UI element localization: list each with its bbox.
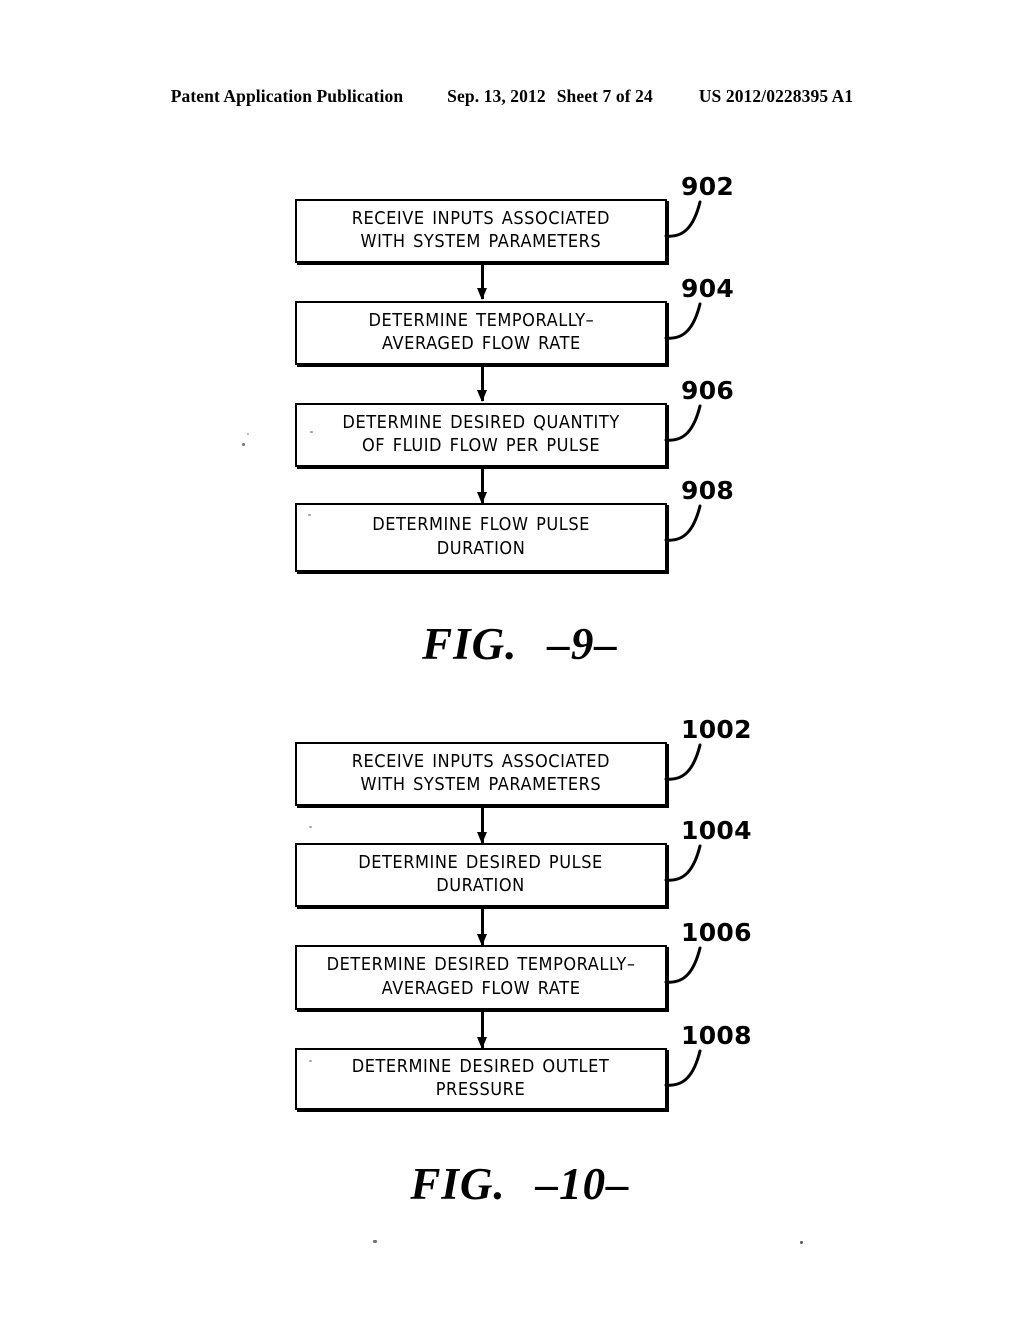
leader-line-1004	[664, 840, 726, 896]
scan-speck	[373, 1240, 377, 1243]
figure-10-caption-number: –10–	[535, 1159, 630, 1209]
figure-10-caption-word: FIG.	[410, 1159, 506, 1209]
scan-speck	[800, 1241, 803, 1244]
scan-speck	[309, 826, 312, 828]
flow-step-1004: DETERMINE DESIRED PULSE DURATION	[295, 843, 667, 907]
flow-step-1002: RECEIVE INPUTS ASSOCIATED WITH SYSTEM PA…	[295, 742, 667, 806]
flow-step-1006: DETERMINE DESIRED TEMPORALLY– AVERAGED F…	[295, 945, 667, 1010]
figure-10-caption: FIG. –10–	[0, 1140, 1024, 1228]
connector-1006-1008	[477, 1012, 488, 1049]
leader-line-1002	[664, 739, 726, 795]
connector-1004-1006	[477, 909, 488, 946]
flow-step-1008-label: DETERMINE DESIRED OUTLET PRESSURE	[352, 1056, 610, 1100]
leader-line-1006	[664, 942, 726, 998]
scan-speck	[242, 443, 245, 446]
reference-numeral-1006: 1006	[681, 918, 752, 947]
flow-step-1004-label: DETERMINE DESIRED PULSE DURATION	[358, 852, 604, 896]
connector-1002-1004	[477, 808, 488, 844]
reference-numeral-1002: 1002	[681, 715, 752, 744]
scan-speck	[308, 514, 311, 516]
scan-speck	[309, 1060, 312, 1062]
leader-line-1008	[664, 1045, 726, 1101]
flow-step-1006-label: DETERMINE DESIRED TEMPORALLY– AVERAGED F…	[326, 955, 636, 999]
flow-step-1002-label: RECEIVE INPUTS ASSOCIATED WITH SYSTEM PA…	[351, 751, 611, 795]
flow-step-1008: DETERMINE DESIRED OUTLET PRESSURE	[295, 1048, 667, 1110]
scan-speck	[247, 433, 249, 435]
figure-10: RECEIVE INPUTS ASSOCIATED WITH SYSTEM PA…	[0, 0, 1024, 1320]
scan-speck	[310, 431, 313, 433]
reference-numeral-1004: 1004	[681, 816, 752, 845]
reference-numeral-1008: 1008	[681, 1021, 752, 1050]
